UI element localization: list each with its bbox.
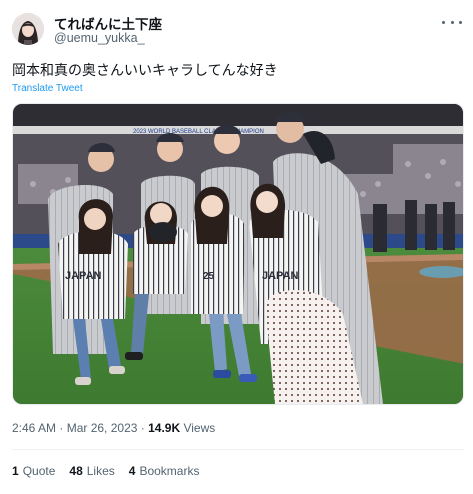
divider <box>12 449 464 450</box>
svg-text:JAPAN: JAPAN <box>262 270 299 282</box>
likes-stat[interactable]: 48 Likes <box>69 464 114 478</box>
svg-text:JAPAN: JAPAN <box>65 270 102 282</box>
views-label: Views <box>183 421 216 435</box>
avatar[interactable] <box>12 13 44 45</box>
tweet: てればんに土下座 @uemu_yukka_ 岡本和真の奥さんいいキャラしてんな好… <box>0 0 473 494</box>
tweet-photo[interactable]: 2023 WORLD BASEBALL CLASSIC CHAMPION 25 … <box>12 103 464 405</box>
bookmarks-stat[interactable]: 4 Bookmarks <box>129 464 200 478</box>
translate-tweet-link[interactable]: Translate Tweet <box>12 83 83 94</box>
tweet-text: 岡本和真の奥さんいいキャラしてんな好き <box>12 62 278 78</box>
views-count: 14.9K <box>148 421 181 435</box>
quotes-stat[interactable]: 1 Quote <box>12 464 55 478</box>
user-handle[interactable]: @uemu_yukka_ <box>54 31 145 45</box>
more-horizontal-icon[interactable] <box>442 15 462 29</box>
display-name[interactable]: てればんに土下座 <box>54 13 162 33</box>
tweet-timestamp[interactable]: 2:46 AM · Mar 26, 2023 · 14.9K Views <box>12 421 215 435</box>
engagement-stats: 1 Quote 48 Likes 4 Bookmarks <box>12 464 213 478</box>
svg-text:25: 25 <box>203 271 215 282</box>
